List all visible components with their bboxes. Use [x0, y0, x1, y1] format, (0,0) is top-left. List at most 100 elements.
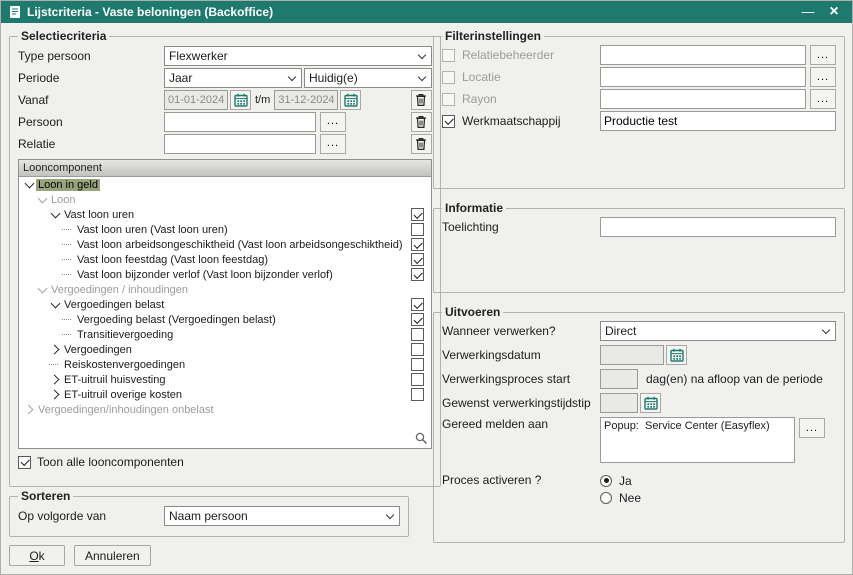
tree-toggle-icon[interactable] — [49, 373, 62, 386]
verwerkingsdatum-calendar-button[interactable] — [666, 345, 687, 365]
tree-search-button[interactable] — [415, 432, 428, 445]
filter-lookup-button[interactable]: ... — [810, 89, 836, 109]
tree-row[interactable]: Vast loon arbeidsongeschiktheid (Vast lo… — [19, 237, 431, 252]
type-persoon-select[interactable]: Flexwerker — [164, 46, 432, 66]
tree-toggle-icon[interactable] — [62, 328, 75, 341]
tree-toggle-icon[interactable] — [49, 388, 62, 401]
tree-row-checkbox[interactable] — [411, 298, 424, 311]
tree-row-checkbox[interactable] — [411, 313, 424, 326]
vanaf-van-input[interactable] — [164, 90, 228, 110]
tree-toggle-icon[interactable] — [49, 298, 62, 311]
tree-row[interactable]: ET-uitruil huisvesting — [19, 372, 431, 387]
filter-checkbox[interactable] — [442, 93, 455, 106]
tree-row[interactable]: Vast loon uren — [19, 207, 431, 222]
relatie-input[interactable] — [164, 134, 316, 154]
tree-row[interactable]: Reiskostenvergoedingen — [19, 357, 431, 372]
tree-row[interactable]: Vergoedingen/inhoudingen onbelast — [19, 402, 431, 417]
tree-row-checkbox[interactable] — [411, 238, 424, 251]
tree-row-checkbox[interactable] — [411, 223, 424, 236]
toon-alle-looncomponenten-checkbox[interactable]: Toon alle looncomponenten — [18, 455, 432, 469]
tree-toggle-icon[interactable] — [49, 343, 62, 356]
sorteren-group: Sorteren Op volgorde van Naam persoon — [9, 489, 409, 537]
filter-lookup-button[interactable]: ... — [810, 67, 836, 87]
tree-row[interactable]: Loon in geld — [19, 177, 431, 192]
tree-row-checkbox[interactable] — [411, 253, 424, 266]
tree-toggle-icon[interactable] — [62, 223, 75, 236]
tree-row-checkbox[interactable] — [411, 358, 424, 371]
tree-row-label: Vergoedingen / inhoudingen — [49, 284, 190, 296]
vanaf-van-calendar-button[interactable] — [230, 90, 251, 110]
persoon-lookup-button[interactable]: ... — [320, 112, 346, 132]
tree-row[interactable]: Transitievergoeding — [19, 327, 431, 342]
filter-checkbox[interactable] — [442, 115, 455, 128]
gereed-melden-row: Gereed melden aan Popup: Service Center … — [442, 417, 836, 463]
tree-toggle-icon[interactable] — [23, 403, 36, 416]
tree-toggle-icon[interactable] — [49, 358, 62, 371]
minimize-button[interactable]: — — [798, 2, 818, 22]
tree-row[interactable]: Vast loon uren (Vast loon uren) — [19, 222, 431, 237]
vanaf-clear-button[interactable] — [411, 90, 432, 110]
tree-row[interactable]: ET-uitruil overige kosten — [19, 387, 431, 402]
ok-button[interactable]: Ok — [9, 545, 65, 566]
tree-row-checkbox[interactable] — [411, 268, 424, 281]
persoon-label: Persoon — [18, 115, 164, 129]
tree-row[interactable]: Vergoeding belast (Vergoedingen belast) — [19, 312, 431, 327]
proces-activeren-radio[interactable]: Ja — [600, 473, 641, 488]
tree-toggle-icon[interactable] — [49, 208, 62, 221]
vanaf-tm-calendar-button[interactable] — [340, 90, 361, 110]
tree-row-label: Vast loon feestdag (Vast loon feestdag) — [75, 254, 270, 266]
tree-toggle-icon[interactable] — [62, 313, 75, 326]
vanaf-tm-input[interactable] — [274, 90, 338, 110]
tree-toggle-icon[interactable] — [62, 253, 75, 266]
tree-row-checkbox[interactable] — [411, 388, 424, 401]
filter-input[interactable] — [600, 67, 806, 87]
calendar-icon — [344, 93, 358, 107]
filter-input[interactable] — [600, 45, 806, 65]
gewenst-tijdstip-input[interactable] — [600, 393, 638, 413]
radio-icon — [600, 492, 612, 504]
proces-activeren-radio[interactable]: Nee — [600, 490, 641, 505]
tree-row[interactable]: Vast loon bijzonder verlof (Vast loon bi… — [19, 267, 431, 282]
wanneer-verwerken-select[interactable]: Direct — [600, 321, 836, 341]
periode-select[interactable]: Jaar — [164, 68, 302, 88]
relatie-lookup-button[interactable]: ... — [320, 134, 346, 154]
tree-row[interactable]: Vergoedingen belast — [19, 297, 431, 312]
verwerkingsproces-start-input[interactable] — [600, 369, 638, 389]
filter-row: Werkmaatschappij — [442, 111, 836, 131]
filter-checkbox[interactable] — [442, 49, 455, 62]
persoon-input[interactable] — [164, 112, 316, 132]
gereed-melden-value[interactable]: Popup: Service Center (Easyflex) — [600, 417, 795, 463]
tree-toggle-icon[interactable] — [36, 283, 49, 296]
close-button[interactable]: × — [824, 2, 844, 22]
chevron-down-icon — [418, 73, 428, 83]
gewenst-tijdstip-calendar-button[interactable] — [640, 393, 661, 413]
persoon-clear-button[interactable] — [411, 112, 432, 132]
filter-input[interactable] — [600, 89, 806, 109]
tree-row-checkbox[interactable] — [411, 343, 424, 356]
annuleren-button[interactable]: Annuleren — [74, 545, 151, 566]
filter-lookup-button[interactable]: ... — [810, 45, 836, 65]
periode-huidig-select[interactable]: Huidig(e) — [304, 68, 432, 88]
toelichting-label: Toelichting — [442, 220, 600, 234]
tree-row[interactable]: Vast loon feestdag (Vast loon feestdag) — [19, 252, 431, 267]
tree-toggle-icon[interactable] — [62, 238, 75, 251]
op-volgorde-label: Op volgorde van — [18, 509, 164, 523]
toelichting-input[interactable] — [600, 217, 836, 237]
tree-row-label: Vergoedingen — [62, 344, 134, 356]
relatie-clear-button[interactable] — [411, 134, 432, 154]
tree-toggle-icon[interactable] — [36, 193, 49, 206]
tree-row-checkbox[interactable] — [411, 328, 424, 341]
tree-toggle-icon[interactable] — [62, 268, 75, 281]
tree-row[interactable]: Vergoedingen / inhoudingen — [19, 282, 431, 297]
tree-row-checkbox[interactable] — [411, 208, 424, 221]
verwerkingsdatum-input[interactable] — [600, 345, 664, 365]
verwerkingsproces-start-row: Verwerkingsproces start dag(en) na afloo… — [442, 369, 836, 389]
op-volgorde-select[interactable]: Naam persoon — [164, 506, 400, 526]
tree-row[interactable]: Vergoedingen — [19, 342, 431, 357]
tree-row-checkbox[interactable] — [411, 373, 424, 386]
tree-toggle-icon[interactable] — [23, 178, 36, 191]
tree-row[interactable]: Loon — [19, 192, 431, 207]
filter-input[interactable] — [600, 111, 836, 131]
gereed-melden-lookup-button[interactable]: ... — [799, 418, 825, 438]
filter-checkbox[interactable] — [442, 71, 455, 84]
